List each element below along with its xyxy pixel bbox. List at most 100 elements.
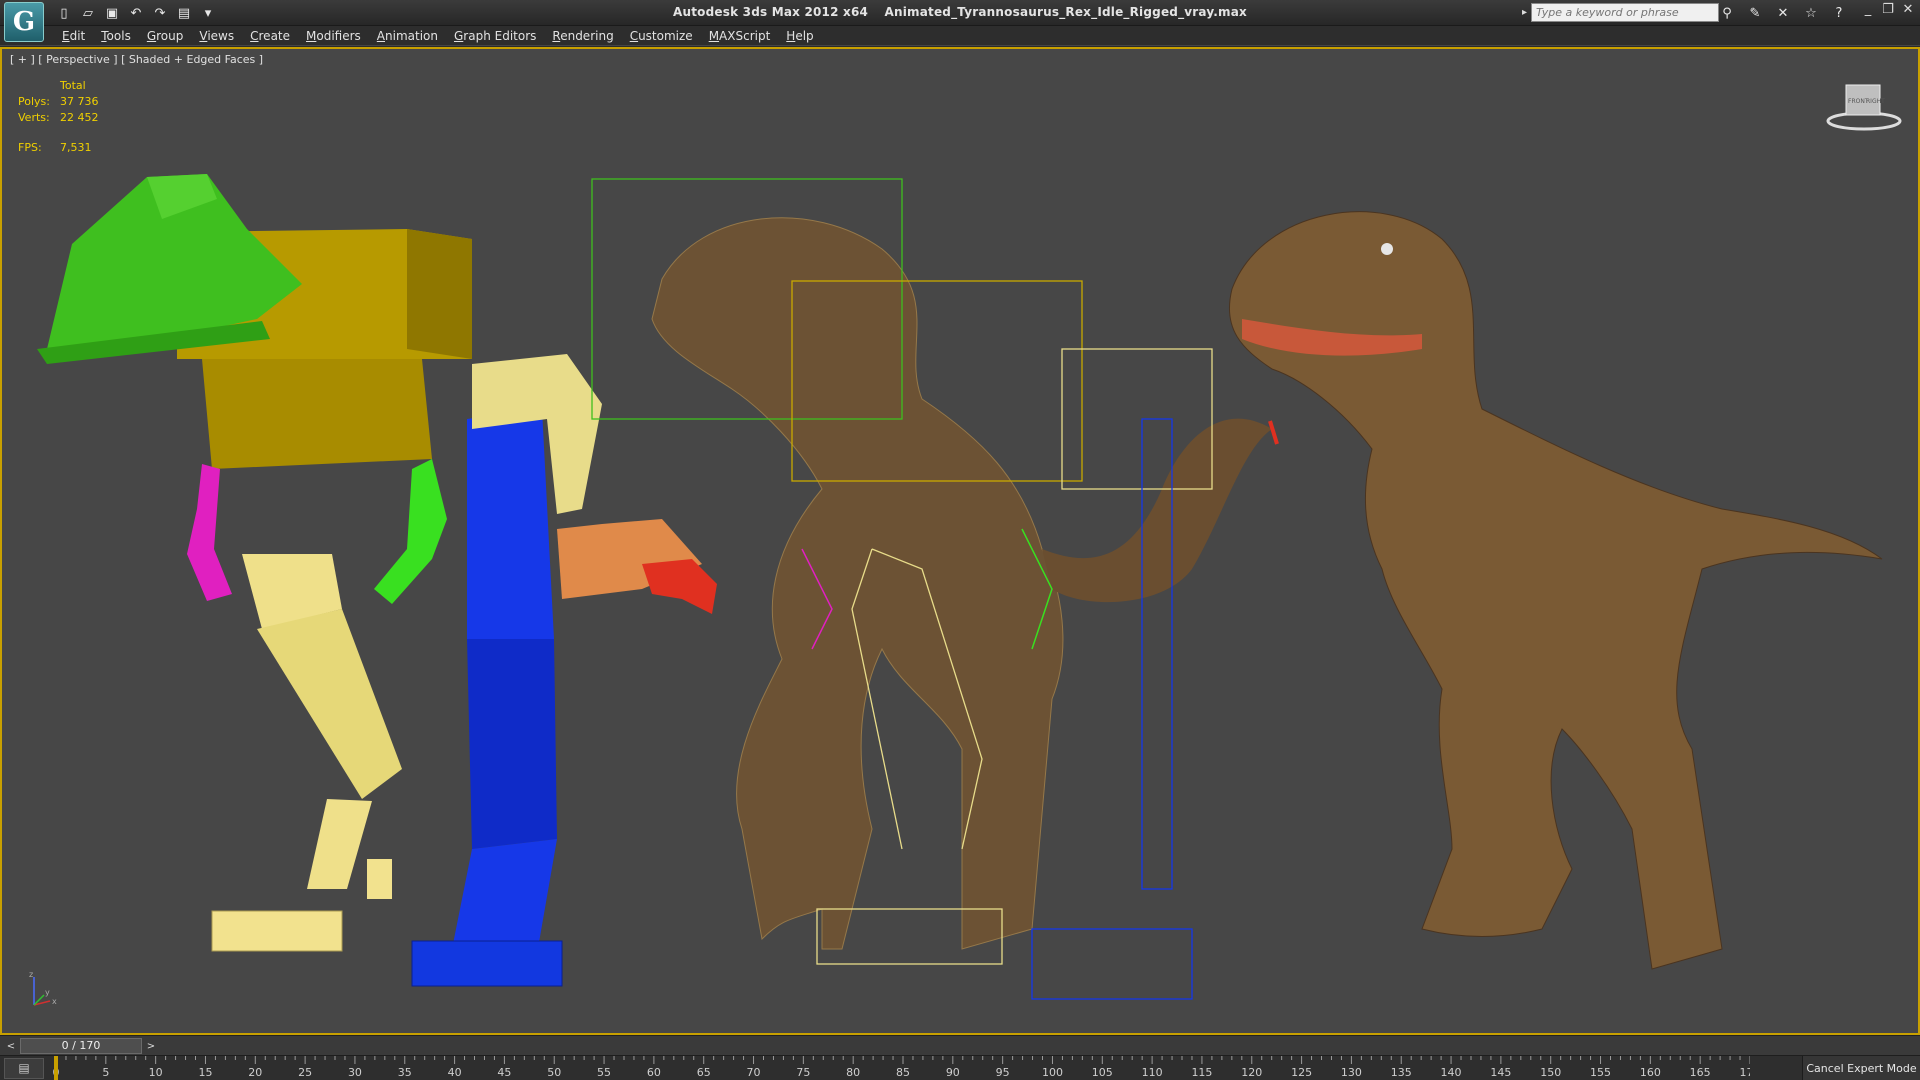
axis-tripod-icon: z x y <box>29 971 57 1006</box>
file-name: Animated_Tyrannosaurus_Rex_Idle_Rigged_v… <box>884 5 1247 19</box>
star-icon[interactable]: ☆ <box>1800 3 1822 23</box>
minimize-icon[interactable]: _ <box>1860 2 1876 20</box>
ruler-label: 150 <box>1540 1066 1561 1079</box>
window-controls: _ ❐ ✕ <box>1860 2 1916 20</box>
connect-icon[interactable]: ✕ <box>1772 3 1794 23</box>
menu-tools[interactable]: Tools <box>93 26 139 45</box>
restore-icon[interactable]: ❐ <box>1880 2 1896 20</box>
bone-toes-right[interactable] <box>411 940 563 987</box>
menu-modifiers[interactable]: Modifiers <box>298 26 369 45</box>
trex-tail-middle[interactable] <box>1042 418 1272 603</box>
rendered-dino[interactable] <box>1228 211 1883 970</box>
expand-arrow-icon[interactable]: ▸ <box>1522 7 1527 18</box>
bone-toe-spur-left[interactable] <box>367 859 392 899</box>
bone-pelvis[interactable] <box>202 359 432 469</box>
ruler-label: 35 <box>398 1066 412 1079</box>
current-frame-marker[interactable] <box>54 1056 58 1080</box>
ruler-label: 50 <box>547 1066 561 1079</box>
close-icon[interactable]: ✕ <box>1900 2 1916 20</box>
fps-value: 7,531 <box>60 141 92 154</box>
ruler-label: 160 <box>1640 1066 1661 1079</box>
trex-rendered[interactable] <box>1228 211 1883 970</box>
menu-customize[interactable]: Customize <box>622 26 701 45</box>
ruler-label: 140 <box>1441 1066 1462 1079</box>
ruler-label: 115 <box>1191 1066 1212 1079</box>
menu-rendering[interactable]: Rendering <box>544 26 621 45</box>
ruler-label: 155 <box>1590 1066 1611 1079</box>
menu-graph-editors[interactable]: Graph Editors <box>446 26 544 45</box>
bone-foot-right[interactable] <box>452 839 557 954</box>
bone-thigh-right[interactable] <box>467 409 554 639</box>
help-icon[interactable]: ? <box>1828 3 1850 23</box>
ruler-label: 100 <box>1042 1066 1063 1079</box>
ruler-label: 60 <box>647 1066 661 1079</box>
menu-edit[interactable]: Edit <box>54 26 93 45</box>
polys-label: Polys: <box>18 95 50 108</box>
ruler-label: 170 <box>1740 1066 1751 1079</box>
verts-label: Verts: <box>18 111 50 124</box>
ruler-label: 70 <box>747 1066 761 1079</box>
bone-foot-left[interactable] <box>307 799 372 889</box>
bone-shin-left[interactable] <box>257 609 402 799</box>
title-bar: G ▯ ▱ ▣ ↶ ↷ ▤ ▾ Autodesk 3ds Max 2012 x6… <box>0 0 1920 42</box>
ruler-label: 30 <box>348 1066 362 1079</box>
tail-tip-bone[interactable] <box>1268 420 1279 445</box>
time-prev-button[interactable]: < <box>4 1038 18 1054</box>
frame-ruler[interactable]: 0510152025303540455055606570758085909510… <box>50 1056 1750 1080</box>
bone-rig[interactable] <box>37 174 717 987</box>
ruler-label: 45 <box>497 1066 511 1079</box>
axis-z: z <box>29 971 33 979</box>
mini-curve-editor-icon[interactable]: ▤ <box>4 1058 44 1079</box>
perspective-viewport[interactable]: [ + ] [ Perspective ] [ Shaded + Edged F… <box>0 47 1920 1035</box>
ruler-label: 10 <box>149 1066 163 1079</box>
ruler-label: 120 <box>1241 1066 1262 1079</box>
time-slider[interactable]: 0 / 170 <box>20 1038 142 1054</box>
menu-animation[interactable]: Animation <box>369 26 446 45</box>
bone-toes-left[interactable] <box>211 910 343 952</box>
stats-header: Total <box>60 79 86 92</box>
ruler-label: 20 <box>248 1066 262 1079</box>
ruler-label: 85 <box>896 1066 910 1079</box>
time-next-button[interactable]: > <box>144 1038 158 1054</box>
scene-canvas[interactable] <box>2 49 1918 1033</box>
menu-help[interactable]: Help <box>778 26 821 45</box>
app-name: Autodesk 3ds Max 2012 x64 <box>673 5 869 19</box>
bone-tail-tip[interactable] <box>642 559 717 614</box>
infocenter-tools: ⚲ ✎ ✕ ☆ ? <box>1716 3 1850 23</box>
ruler-label: 40 <box>448 1066 462 1079</box>
menu-maxscript[interactable]: MAXScript <box>701 26 779 45</box>
viewport-label[interactable]: [ + ] [ Perspective ] [ Shaded + Edged F… <box>10 53 263 66</box>
cancel-expert-mode-button[interactable]: Cancel Expert Mode <box>1802 1056 1920 1080</box>
bone-shin-right[interactable] <box>467 639 557 849</box>
ruler-label: 90 <box>946 1066 960 1079</box>
ruler-label: 55 <box>597 1066 611 1079</box>
viewcube-right-face[interactable]: RIGHT <box>1866 98 1885 105</box>
binoculars-icon[interactable]: ⚲ <box>1716 3 1738 23</box>
menu-views[interactable]: Views <box>191 26 242 45</box>
fps-label: FPS: <box>18 141 42 154</box>
ruler-label: 145 <box>1490 1066 1511 1079</box>
wrench-icon[interactable]: ✎ <box>1744 3 1766 23</box>
trex-eye <box>1381 243 1393 255</box>
application-button[interactable]: G <box>4 2 44 42</box>
ruler-label: 80 <box>846 1066 860 1079</box>
infocenter-search: ▸ <box>1522 3 1720 22</box>
search-input[interactable] <box>1531 3 1720 22</box>
ruler-label: 105 <box>1092 1066 1113 1079</box>
menu-create[interactable]: Create <box>242 26 298 45</box>
bone-arm-left[interactable] <box>187 464 232 601</box>
viewport-statistics: Total Polys: 37 736 Verts: 22 452 FPS: 7,53… <box>18 79 120 157</box>
menu-bar: Edit Tools Group Views Create Modifiers … <box>0 26 1920 46</box>
ruler-label: 15 <box>198 1066 212 1079</box>
ruler-label: 5 <box>102 1066 109 1079</box>
bone-torso-side[interactable] <box>407 229 472 359</box>
ruler-label: 25 <box>298 1066 312 1079</box>
menu-group[interactable]: Group <box>139 26 192 45</box>
bone-arm-right[interactable] <box>374 459 447 604</box>
ruler-label: 65 <box>697 1066 711 1079</box>
axis-x: x <box>52 997 57 1006</box>
axis-y: y <box>45 988 50 997</box>
ruler-label: 130 <box>1341 1066 1362 1079</box>
viewcube[interactable]: FRONT RIGHT <box>1824 75 1904 135</box>
foot-right-bone-box[interactable] <box>1031 928 1193 1000</box>
